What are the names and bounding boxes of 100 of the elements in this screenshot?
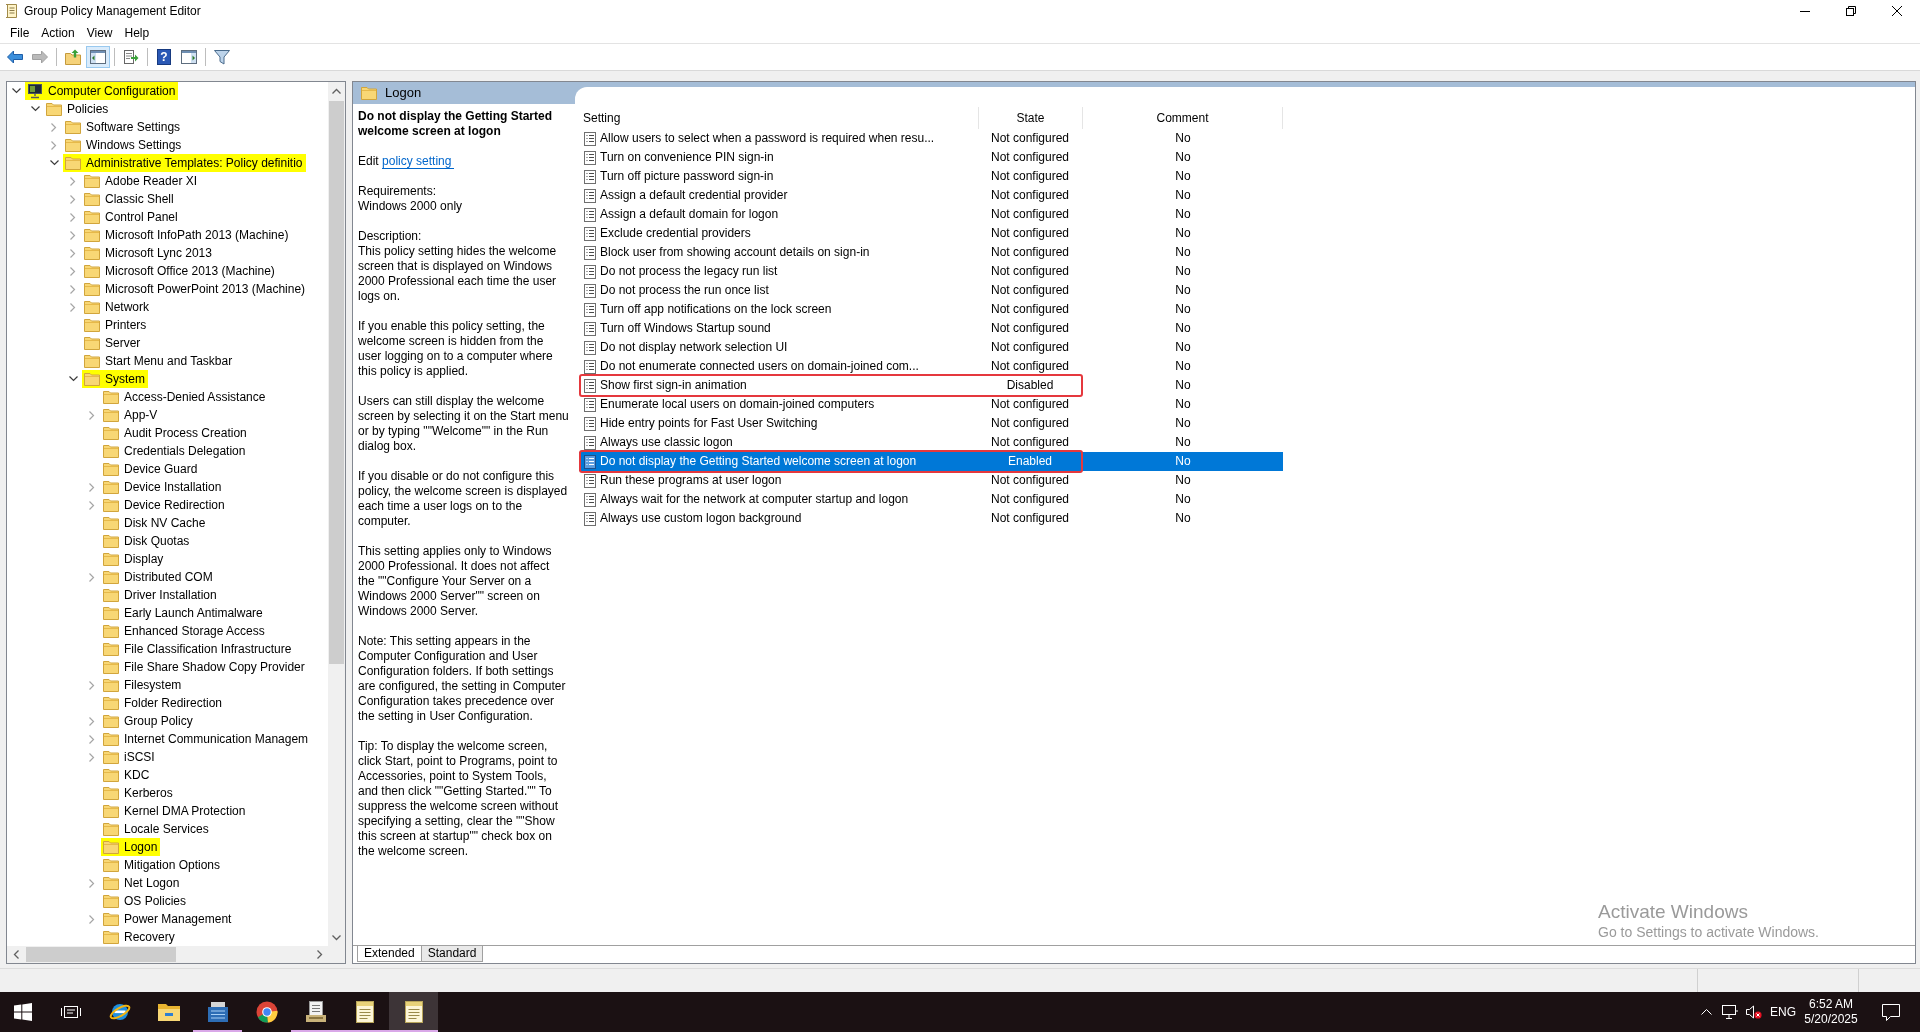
tree-item[interactable]: Enhanced Storage Access — [101, 622, 268, 640]
tree-item[interactable]: File Share Shadow Copy Provider — [101, 658, 308, 676]
chevron-right-icon[interactable] — [89, 752, 95, 762]
tree-item[interactable]: Software Settings — [63, 118, 184, 136]
chevron-right-icon[interactable] — [89, 680, 95, 690]
chevron-down-icon[interactable] — [30, 106, 40, 112]
tree-item[interactable]: System — [82, 370, 148, 388]
chevron-right-icon[interactable] — [70, 194, 76, 204]
tree-item[interactable]: Microsoft PowerPoint 2013 (Machine) — [82, 280, 309, 298]
settings-row[interactable]: Enumerate local users on domain-joined computers Not configured No — [579, 395, 1283, 414]
settings-row[interactable]: Exclude credential providers Not configured No — [579, 224, 1283, 243]
settings-row[interactable]: Always use classic logon Not configured No — [579, 433, 1283, 452]
chevron-right-icon[interactable] — [89, 572, 95, 582]
tree-item[interactable]: App-V — [101, 406, 161, 424]
chevron-right-icon[interactable] — [70, 284, 76, 294]
tree-item[interactable]: Disk Quotas — [101, 532, 193, 550]
chevron-right-icon[interactable] — [51, 122, 57, 132]
tree-item[interactable]: Group Policy — [101, 712, 196, 730]
chevron-right-icon[interactable] — [70, 212, 76, 222]
chevron-right-icon[interactable] — [89, 716, 95, 726]
tree-item[interactable]: Start Menu and Taskbar — [82, 352, 236, 370]
tree-item[interactable]: Microsoft InfoPath 2013 (Machine) — [82, 226, 292, 244]
tree-item[interactable]: Network — [82, 298, 152, 316]
menu-item[interactable]: Action — [35, 23, 81, 42]
chevron-right-icon[interactable] — [70, 266, 76, 276]
policy-setting-link[interactable]: policy setting — [382, 154, 455, 169]
menu-item[interactable]: File — [4, 23, 36, 42]
settings-row[interactable]: Always wait for the network at computer startup and logon Not configured No — [579, 490, 1283, 509]
menu-item[interactable]: View — [80, 23, 119, 42]
tree-item[interactable]: Kernel DMA Protection — [101, 802, 249, 820]
tree-item[interactable]: Logon — [101, 838, 161, 856]
tree-item[interactable]: Locale Services — [101, 820, 212, 838]
chevron-down-icon[interactable] — [68, 376, 78, 382]
tree-item[interactable]: iSCSI — [101, 748, 158, 766]
tree-item[interactable]: Adobe Reader XI — [82, 172, 201, 190]
scrollbar-thumb[interactable] — [329, 101, 344, 664]
tree-item[interactable]: Power Management — [101, 910, 235, 928]
view-tab[interactable]: Standard — [420, 946, 484, 962]
tree-item[interactable]: Classic Shell — [82, 190, 177, 208]
settings-row[interactable]: Turn on convenience PIN sign-in Not configured No — [579, 148, 1283, 167]
tree-item[interactable]: Mitigation Options — [101, 856, 224, 874]
tree-item[interactable]: Credentials Delegation — [101, 442, 249, 460]
view-tab[interactable]: Extended — [357, 946, 422, 962]
chevron-right-icon[interactable] — [70, 302, 76, 312]
tree-item[interactable]: Server — [82, 334, 144, 352]
chevron-right-icon[interactable] — [89, 410, 95, 420]
tree-item[interactable]: Control Panel — [82, 208, 181, 226]
tree-item[interactable]: Kerberos — [101, 784, 176, 802]
tree-item[interactable]: Internet Communication Managem — [101, 730, 312, 748]
clock[interactable]: 6:52 AM 5/20/2025 — [1800, 992, 1862, 1032]
tree-item[interactable]: Printers — [82, 316, 150, 334]
tree-item[interactable]: Microsoft Lync 2013 — [82, 244, 215, 262]
tree-item[interactable]: Disk NV Cache — [101, 514, 209, 532]
settings-row[interactable]: Block user from showing account details on sign-in Not configured No — [579, 243, 1283, 262]
taskbar-app-button[interactable] — [389, 992, 438, 1032]
tree-item[interactable]: Device Installation — [101, 478, 225, 496]
tree-item[interactable]: OS Policies — [101, 892, 190, 910]
tree-item[interactable]: Device Redirection — [101, 496, 228, 514]
tree-item[interactable]: KDC — [101, 766, 153, 784]
chevron-right-icon[interactable] — [70, 230, 76, 240]
chevron-right-icon[interactable] — [70, 176, 76, 186]
settings-row[interactable]: Run these programs at user logon Not configured No — [579, 471, 1283, 490]
chevron-right-icon[interactable] — [89, 914, 95, 924]
tree-item[interactable]: Driver Installation — [101, 586, 220, 604]
scrollbar-thumb[interactable] — [26, 947, 176, 962]
tree-item[interactable]: Distributed COM — [101, 568, 216, 586]
tree-item[interactable]: Device Guard — [101, 460, 201, 478]
help-button[interactable]: ? — [152, 46, 176, 68]
tree-item[interactable]: Windows Settings — [63, 136, 185, 154]
tree-item[interactable]: Recovery — [101, 928, 178, 946]
menu-item[interactable]: Help — [118, 23, 156, 42]
settings-row[interactable]: Always use custom logon background Not configured No — [579, 509, 1283, 528]
tree-item[interactable]: Early Launch Antimalware — [101, 604, 266, 622]
tree-item[interactable]: Computer Configuration — [25, 82, 179, 100]
settings-row[interactable]: Do not display network selection UI Not configured No — [579, 338, 1283, 357]
chevron-right-icon[interactable] — [70, 248, 76, 258]
settings-row[interactable]: Do not display the Getting Started welcome screen at logon Enabled No — [579, 452, 1283, 471]
settings-row[interactable]: Turn off app notifications on the lock screen Not configured No — [579, 300, 1283, 319]
tree-item[interactable]: Net Logon — [101, 874, 183, 892]
language-indicator[interactable]: ENG — [1766, 992, 1800, 1032]
settings-row[interactable]: Do not enumerate connected users on domain-joined com... Not configured No — [579, 357, 1283, 376]
chevron-right-icon[interactable] — [89, 500, 95, 510]
chevron-right-icon[interactable] — [89, 878, 95, 888]
settings-row[interactable]: Assign a default domain for logon Not configured No — [579, 205, 1283, 224]
chevron-right-icon[interactable] — [51, 140, 57, 150]
settings-row[interactable]: Do not process the run once list Not configured No — [579, 281, 1283, 300]
settings-row[interactable]: Show first sign-in animation Disabled No — [579, 376, 1283, 395]
chevron-down-icon[interactable] — [11, 88, 21, 94]
tree-item[interactable]: Policies — [44, 100, 112, 118]
settings-row[interactable]: Hide entry points for Fast User Switching Not configured No — [579, 414, 1283, 433]
chevron-right-icon[interactable] — [89, 734, 95, 744]
settings-row[interactable]: Assign a default credential provider Not configured No — [579, 186, 1283, 205]
settings-row[interactable]: Turn off Windows Startup sound Not configured No — [579, 319, 1283, 338]
settings-row[interactable]: Do not process the legacy run list Not configured No — [579, 262, 1283, 281]
settings-row[interactable]: Turn off picture password sign-in Not configured No — [579, 167, 1283, 186]
tree-item[interactable]: Filesystem — [101, 676, 185, 694]
settings-row[interactable]: Allow users to select when a password is required when resu... Not configured No — [579, 129, 1283, 148]
tree-item[interactable]: Access-Denied Assistance — [101, 388, 269, 406]
chevron-right-icon[interactable] — [89, 482, 95, 492]
tree-item[interactable]: Audit Process Creation — [101, 424, 250, 442]
